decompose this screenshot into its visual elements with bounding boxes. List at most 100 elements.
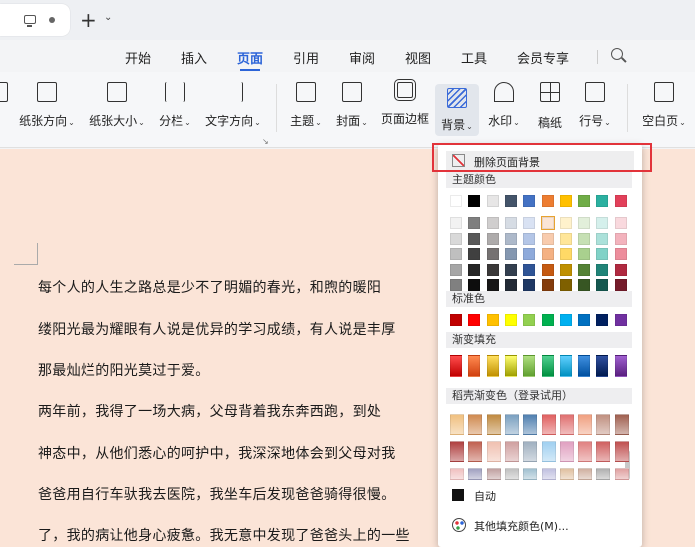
standard-color-swatch[interactable] <box>596 314 609 326</box>
docer-gradient-swatch[interactable] <box>468 441 483 462</box>
gradient-fill-swatch[interactable] <box>578 355 591 377</box>
theme-color-swatch[interactable] <box>559 195 572 207</box>
theme-shade-swatch[interactable] <box>468 279 481 291</box>
gradient-fill-swatch[interactable] <box>559 355 572 377</box>
theme-shade-swatch[interactable] <box>596 232 609 245</box>
theme-shade-swatch[interactable] <box>450 279 462 291</box>
theme-shade-swatch[interactable] <box>596 263 609 276</box>
docer-gradient-swatch[interactable] <box>541 441 556 462</box>
theme-shade-swatch[interactable] <box>504 232 517 245</box>
theme-shade-swatch[interactable] <box>578 217 591 229</box>
theme-shade-swatch[interactable] <box>504 263 517 276</box>
menu-member[interactable]: 会员专享 <box>517 48 569 67</box>
theme-color-swatch[interactable] <box>541 195 554 207</box>
theme-shade-swatch[interactable] <box>504 279 517 291</box>
docer-gradient-swatch[interactable] <box>559 414 574 435</box>
draft-paper-button[interactable]: 稿纸 <box>532 82 568 138</box>
theme-shade-swatch[interactable] <box>578 232 591 245</box>
docer-gradient-swatch[interactable] <box>559 441 574 462</box>
dialog-launcher-icon[interactable]: ↘ <box>262 137 269 146</box>
gradient-fill-swatch[interactable] <box>596 355 609 377</box>
watermark-button[interactable]: 水印⌄ <box>484 82 524 138</box>
columns-button[interactable]: 分栏⌄ <box>155 82 195 138</box>
theme-shade-swatch[interactable] <box>504 248 517 260</box>
theme-shade-swatch[interactable] <box>596 217 609 229</box>
cover-button[interactable]: 封面⌄ <box>332 82 372 138</box>
theme-color-swatch[interactable] <box>578 195 591 207</box>
gradient-fill-swatch[interactable] <box>541 355 554 377</box>
theme-shade-swatch[interactable] <box>578 248 591 260</box>
docer-gradient-swatch[interactable] <box>450 414 464 435</box>
theme-shade-swatch[interactable] <box>468 263 481 276</box>
standard-color-swatch[interactable] <box>523 314 536 326</box>
theme-color-swatch[interactable] <box>614 195 627 207</box>
docer-gradient-swatch[interactable] <box>504 414 519 435</box>
theme-shade-swatch[interactable] <box>504 217 517 229</box>
theme-shade-swatch[interactable] <box>541 248 554 260</box>
docer-gradient-swatch[interactable] <box>614 441 629 462</box>
docer-gradient-swatch[interactable] <box>596 414 611 435</box>
docer-gradient-swatch[interactable] <box>596 441 611 462</box>
page-border-button[interactable]: 页面边框 <box>378 79 432 138</box>
standard-color-swatch[interactable] <box>559 314 572 326</box>
docer-gradient-swatch[interactable] <box>523 468 538 480</box>
menu-reference[interactable]: 引用 <box>293 48 319 67</box>
theme-shade-swatch[interactable] <box>450 232 462 245</box>
theme-shade-swatch[interactable] <box>578 263 591 276</box>
gradient-fill-swatch[interactable] <box>523 355 536 377</box>
theme-shade-swatch[interactable] <box>468 217 481 229</box>
theme-shade-swatch[interactable] <box>540 216 555 230</box>
menu-insert[interactable]: 插入 <box>181 48 207 67</box>
theme-shade-swatch[interactable] <box>541 232 554 245</box>
new-tab-chevron-icon[interactable]: ⌄ <box>104 12 112 23</box>
standard-color-swatch[interactable] <box>468 314 481 326</box>
gradient-fill-swatch[interactable] <box>504 355 517 377</box>
gradient-fill-swatch[interactable] <box>468 355 481 377</box>
standard-color-swatch[interactable] <box>541 314 554 326</box>
theme-shade-swatch[interactable] <box>468 232 481 245</box>
theme-shade-swatch[interactable] <box>523 232 536 245</box>
theme-shade-swatch[interactable] <box>541 263 554 276</box>
theme-color-swatch[interactable] <box>450 195 462 207</box>
more-fill-colors-item[interactable]: 其他填充颜色(M)... <box>474 518 569 534</box>
theme-shade-swatch[interactable] <box>486 232 499 245</box>
docer-gradient-swatch[interactable] <box>468 468 483 480</box>
theme-shade-swatch[interactable] <box>559 263 572 276</box>
search-icon[interactable] <box>611 48 623 60</box>
docer-gradient-swatch[interactable] <box>541 414 556 435</box>
theme-shade-swatch[interactable] <box>614 279 627 291</box>
menu-view[interactable]: 视图 <box>405 48 431 67</box>
standard-color-swatch[interactable] <box>504 314 517 326</box>
docer-gradient-swatch[interactable] <box>486 441 501 462</box>
theme-shade-swatch[interactable] <box>486 217 499 229</box>
docer-gradient-swatch[interactable] <box>578 441 593 462</box>
docer-gradient-swatch[interactable] <box>578 414 593 435</box>
theme-shade-swatch[interactable] <box>450 248 462 260</box>
theme-shade-swatch[interactable] <box>614 248 627 260</box>
theme-shade-swatch[interactable] <box>450 217 462 229</box>
gradient-fill-swatch[interactable] <box>614 355 627 377</box>
theme-shade-swatch[interactable] <box>614 263 627 276</box>
menu-home[interactable]: 开始 <box>125 48 151 67</box>
theme-shade-swatch[interactable] <box>486 263 499 276</box>
menu-page[interactable]: 页面 <box>237 48 263 67</box>
docer-gradient-swatch[interactable] <box>578 468 593 480</box>
docer-gradient-swatch[interactable] <box>596 468 611 480</box>
theme-shade-swatch[interactable] <box>559 248 572 260</box>
standard-color-swatch[interactable] <box>614 314 627 326</box>
theme-shade-swatch[interactable] <box>559 279 572 291</box>
auto-color-swatch[interactable] <box>452 489 464 501</box>
line-number-button[interactable]: 行号⌄ <box>575 82 615 138</box>
theme-shade-swatch[interactable] <box>559 232 572 245</box>
docer-gradient-swatch[interactable] <box>523 441 538 462</box>
margins-button[interactable] <box>0 82 10 138</box>
docer-gradient-swatch[interactable] <box>504 468 519 480</box>
blank-page-button[interactable]: 空白页⌄ <box>636 82 692 138</box>
theme-shade-swatch[interactable] <box>486 279 499 291</box>
docer-gradient-swatch[interactable] <box>486 468 501 480</box>
background-button[interactable]: 背景⌄ <box>435 84 479 136</box>
auto-color-label[interactable]: 自动 <box>474 488 496 504</box>
docer-gradient-swatch[interactable] <box>468 414 483 435</box>
docer-gradient-swatch[interactable] <box>614 414 629 435</box>
theme-shade-swatch[interactable] <box>614 232 627 245</box>
